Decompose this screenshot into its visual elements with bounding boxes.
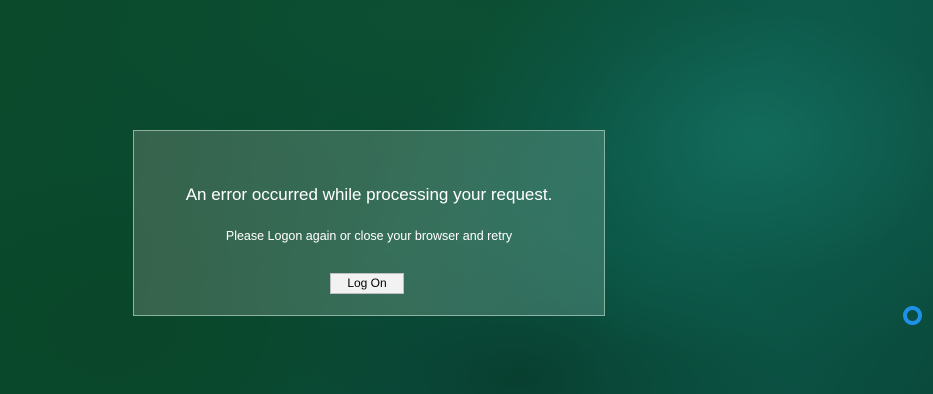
log-on-button[interactable]: Log On bbox=[330, 273, 404, 294]
error-message: Please Logon again or close your browser… bbox=[225, 229, 513, 243]
error-title: An error occurred while processing your … bbox=[185, 185, 553, 204]
error-dialog: An error occurred while processing your … bbox=[133, 130, 605, 316]
desktop-background: An error occurred while processing your … bbox=[0, 0, 933, 394]
loading-ring-icon bbox=[903, 306, 922, 325]
